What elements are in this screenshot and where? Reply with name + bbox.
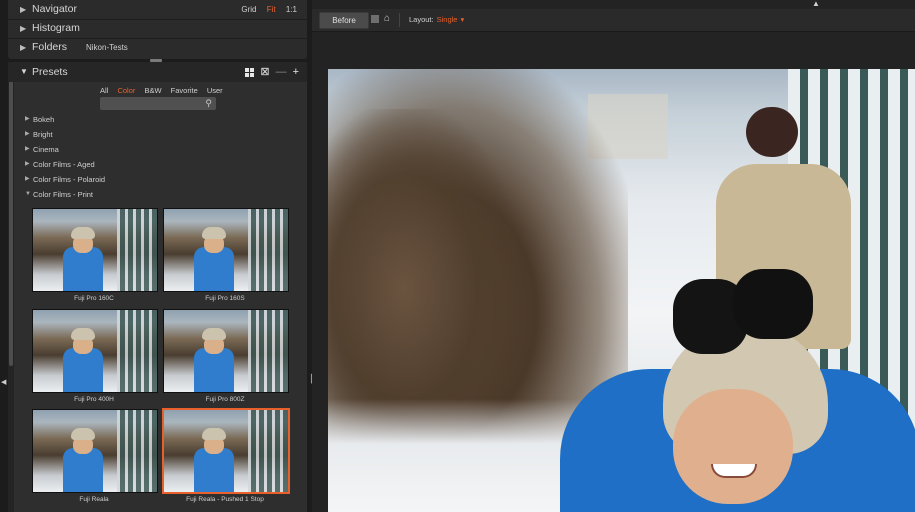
- preset-label: Fuji Reala - Pushed 1 Stop: [186, 496, 264, 503]
- filter-user[interactable]: User: [207, 86, 223, 95]
- category-label: Cinema: [33, 145, 59, 154]
- layout-label: Layout:: [409, 15, 434, 24]
- wand-icon[interactable]: ⌂: [384, 13, 390, 24]
- zoom-1to1-option[interactable]: 1:1: [286, 5, 297, 14]
- before-button[interactable]: Before: [319, 12, 369, 29]
- grid-view-icon[interactable]: [245, 67, 255, 77]
- collapse-top-panel-icon[interactable]: ▲: [812, 0, 820, 8]
- preset-label: Fuji Pro 160C: [74, 295, 114, 302]
- filter-all[interactable]: All: [100, 86, 108, 95]
- category-label: Bright: [33, 130, 53, 139]
- preset-thumbnail-fuji-pro-400h[interactable]: [32, 309, 158, 393]
- navigator-panel-header[interactable]: ▶ Navigator Grid Fit 1:1: [8, 0, 307, 19]
- chevron-down-icon[interactable]: ▾: [460, 15, 464, 24]
- compare-view-icon[interactable]: ⊠: [260, 62, 269, 82]
- preset-label: Fuji Pro 400H: [74, 396, 114, 403]
- top-panels: ▶ Navigator Grid Fit 1:1 ▶ Histogram ▶ F…: [8, 0, 307, 59]
- search-icon: ⚲: [205, 98, 212, 108]
- layout-selector[interactable]: Layout: Single ▾: [409, 9, 464, 31]
- collapse-triangle-icon[interactable]: ▼: [20, 62, 28, 82]
- folders-label: Folders: [32, 41, 68, 53]
- presets-panel: ▼ Presets ⊠ — + All Color B&W Favorite U…: [8, 62, 307, 512]
- photo-detail: [673, 389, 793, 504]
- expand-triangle-icon[interactable]: ▶: [25, 142, 30, 157]
- category-label: Color Films - Polaroid: [33, 175, 106, 184]
- zoom-grid-option[interactable]: Grid: [241, 5, 256, 14]
- navigator-label: Navigator: [32, 3, 77, 15]
- collapse-triangle-icon[interactable]: ▼: [25, 187, 31, 202]
- zoom-fit-option[interactable]: Fit: [267, 5, 276, 14]
- expand-triangle-icon[interactable]: ▶: [25, 172, 30, 187]
- expand-triangle-icon[interactable]: ▶: [20, 38, 26, 57]
- expand-triangle-icon[interactable]: ▶: [25, 157, 30, 172]
- collapse-left-panel-icon[interactable]: ◀: [1, 378, 6, 386]
- presets-scrollbar[interactable]: [8, 62, 14, 512]
- histogram-label: Histogram: [32, 22, 80, 34]
- filter-bw[interactable]: B&W: [144, 86, 161, 95]
- expand-triangle-icon[interactable]: ▶: [20, 0, 26, 19]
- preset-label: Fuji Reala: [79, 496, 109, 503]
- filter-favorite[interactable]: Favorite: [171, 86, 198, 95]
- photo-detail: [733, 269, 813, 339]
- preset-thumbnail-fuji-pro-160s[interactable]: [163, 208, 289, 292]
- layout-value[interactable]: Single: [437, 15, 458, 24]
- expand-triangle-icon[interactable]: ▶: [25, 112, 30, 127]
- preset-search-input[interactable]: ⚲: [100, 97, 216, 110]
- category-label: Color Films - Print: [33, 190, 94, 199]
- filter-color[interactable]: Color: [117, 86, 135, 95]
- scrollbar-thumb[interactable]: [9, 68, 13, 366]
- photo-detail: [328, 399, 588, 512]
- expand-triangle-icon[interactable]: ▶: [20, 19, 26, 38]
- presets-header-icons: ⊠ — +: [245, 62, 299, 82]
- left-sidebar: ▶ Navigator Grid Fit 1:1 ▶ Histogram ▶ F…: [0, 0, 314, 512]
- preset-label: Fuji Pro 160S: [205, 295, 245, 302]
- toolbar-divider: [399, 13, 400, 27]
- preset-filter-tabs: All Color B&W Favorite User: [100, 86, 230, 95]
- main-viewer: ▲ Before ⌂ Layout: Single ▾: [312, 0, 915, 512]
- main-photo-preview[interactable]: [328, 69, 915, 512]
- preset-thumbnail-fuji-pro-800z[interactable]: [163, 309, 289, 393]
- navigator-zoom-options: Grid Fit 1:1: [233, 0, 297, 19]
- preset-label: Fuji Pro 800Z: [205, 396, 245, 403]
- viewer-toolbar: Before ⌂ Layout: Single ▾: [312, 9, 915, 32]
- photo-detail: [746, 107, 798, 157]
- presets-header[interactable]: ▼ Presets ⊠ — +: [8, 62, 307, 82]
- preset-thumbnail-fuji-reala-pushed-1-stop[interactable]: [162, 408, 290, 494]
- preset-thumbnail-fuji-reala[interactable]: [32, 409, 158, 493]
- category-label: Color Films - Aged: [33, 160, 95, 169]
- category-label: Bokeh: [33, 115, 55, 124]
- current-folder[interactable]: Nikon-Tests: [86, 38, 128, 57]
- histogram-panel-header[interactable]: ▶ Histogram: [8, 19, 307, 38]
- preset-thumbnail-fuji-pro-160c[interactable]: [32, 208, 158, 292]
- square-icon[interactable]: [371, 15, 379, 23]
- expand-triangle-icon[interactable]: ▶: [25, 127, 30, 142]
- presets-title: Presets: [32, 66, 68, 78]
- plus-icon[interactable]: +: [293, 62, 299, 82]
- photo-detail: [711, 464, 757, 478]
- folders-panel-header[interactable]: ▶ Folders Nikon-Tests: [8, 38, 307, 57]
- minus-icon[interactable]: —: [276, 62, 287, 82]
